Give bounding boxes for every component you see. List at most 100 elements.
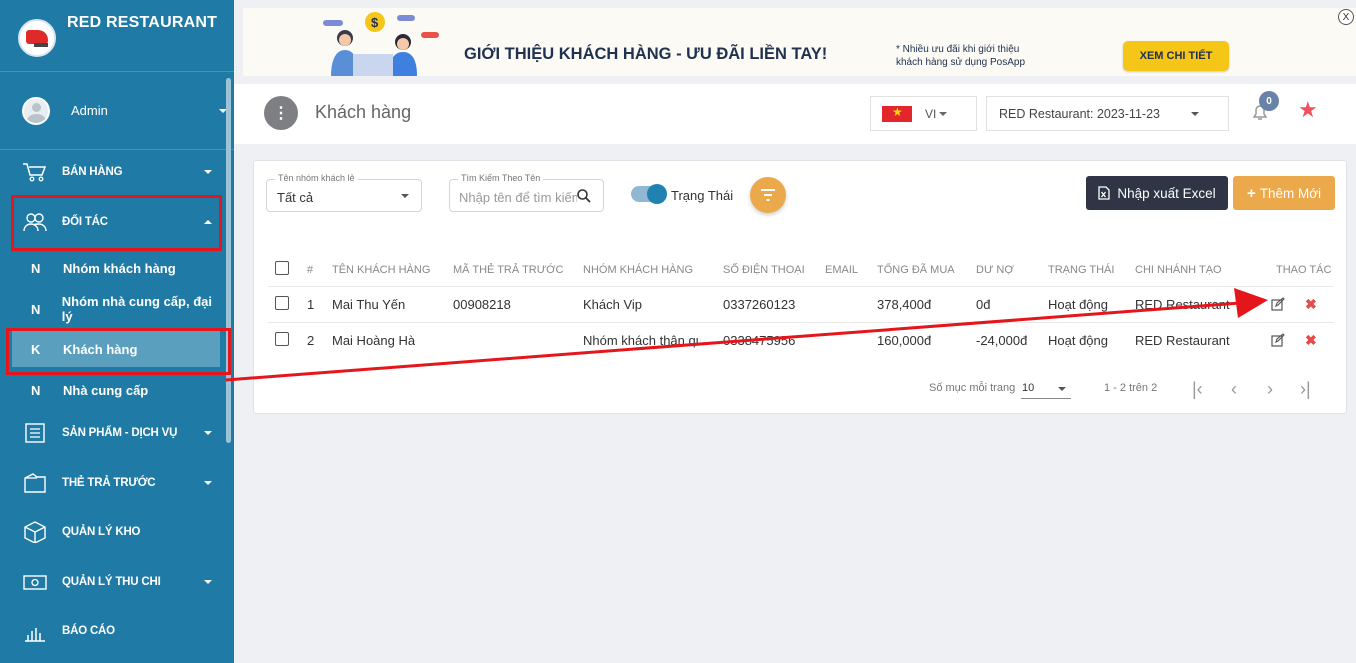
excel-button-label: Nhập xuất Excel <box>1117 185 1216 201</box>
sidebar-scrollbar[interactable] <box>226 78 231 443</box>
search-input[interactable]: Tìm Kiếm Theo Tên Nhập tên để tìm kiếm <box>449 173 604 212</box>
language-select[interactable]: VI <box>870 96 977 131</box>
column-header[interactable]: CHI NHÁNH TẠO <box>1135 264 1222 276</box>
row-checkbox[interactable] <box>275 296 289 310</box>
subitem-label: Khách hàng <box>63 341 138 357</box>
column-header[interactable]: TÊN KHÁCH HÀNG <box>332 264 430 276</box>
sidebar-item-san-pham[interactable]: SẢN PHẨM - DỊCH VỤ <box>0 413 226 453</box>
sidebar-item-the-tra-truoc[interactable]: THẺ TRẢ TRƯỚC <box>0 463 226 503</box>
subitem-letter: N <box>31 382 41 398</box>
plus-icon: + <box>1246 184 1256 202</box>
cell-name: Mai Thu Yến <box>332 297 406 312</box>
cell-card: 00908218 <box>453 297 511 312</box>
sidebar-item-ban-hang[interactable]: BÁN HÀNG <box>0 152 226 192</box>
sidebar-item-thu-chi[interactable]: QUẢN LÝ THU CHI <box>0 562 226 602</box>
prev-page-icon[interactable]: ‹ <box>1231 379 1237 400</box>
column-header[interactable]: DƯ NỢ <box>976 264 1014 276</box>
prepaid-card-icon <box>24 473 46 493</box>
delete-icon[interactable]: ✖ <box>1305 296 1317 313</box>
search-placeholder: Nhập tên để tìm kiếm <box>459 190 577 205</box>
subitem-letter: K <box>31 341 41 357</box>
column-header[interactable]: TỔNG ĐÃ MUA <box>877 264 955 276</box>
cell-branch: RED Restaurant <box>1135 333 1230 348</box>
sidebar: RED RESTAURANT Admin BÁN HÀNG ĐỐI TÁC N … <box>0 0 234 663</box>
cell-phone: 0337260123 <box>723 297 796 312</box>
banner-note-line: * Nhiều ưu đãi khi giới thiệu <box>896 44 1020 55</box>
brand[interactable]: RED RESTAURANT <box>0 0 234 72</box>
per-page-select[interactable]: 10 <box>1021 377 1071 399</box>
column-header: # <box>307 264 314 276</box>
cell-total: 160,000đ <box>877 333 932 348</box>
favorite-star-icon[interactable]: ★ <box>1298 97 1318 123</box>
page-title: Khách hàng <box>315 102 412 122</box>
status-toggle[interactable] <box>631 184 667 204</box>
page-header: ⋮ Khách hàng VI RED Restaurant: 2023-11-… <box>234 84 1356 144</box>
branch-value: RED Restaurant: 2023-11-23 <box>999 106 1160 121</box>
edit-icon[interactable] <box>1271 333 1285 347</box>
subitem-label: Nhóm nhà cung cấp, đại lý <box>61 294 212 324</box>
excel-button[interactable]: Nhập xuất Excel <box>1086 176 1228 210</box>
banner-note: * Nhiều ưu đãi khi giới thiệu khách hàng… <box>896 43 1076 69</box>
delete-icon[interactable]: ✖ <box>1305 332 1317 349</box>
column-header[interactable]: EMAIL <box>825 264 858 276</box>
more-vertical-icon[interactable]: ⋮ <box>264 96 298 130</box>
products-icon <box>25 423 45 443</box>
vietnam-flag-icon <box>882 105 912 122</box>
sidebar-item-label: QUẢN LÝ KHO <box>62 526 141 538</box>
column-header: THAO TÁC <box>1276 264 1332 276</box>
box-icon <box>24 521 46 543</box>
promo-banner[interactable]: $ GIỚI THIỆU KHÁCH HÀNG - ƯU ĐÃI LIỀN TA… <box>243 8 1356 76</box>
cell-group: Nhóm khách thân qu <box>583 333 701 348</box>
column-header[interactable]: MÃ THẺ TRẢ TRƯỚC <box>453 264 564 276</box>
banner-detail-button[interactable]: XEM CHI TIẾT <box>1123 41 1229 71</box>
banner-title: GIỚI THIỆU KHÁCH HÀNG - ƯU ĐÃI LIỀN TAY! <box>464 45 828 63</box>
chevron-down-icon <box>939 112 947 116</box>
field-value: Tất cả <box>277 190 314 205</box>
edit-icon[interactable] <box>1271 297 1285 311</box>
subitem-label: Nhóm khách hàng <box>63 260 176 276</box>
partners-icon <box>23 213 47 232</box>
sidebar-item-bao-cao[interactable]: BÁO CÁO <box>0 611 226 651</box>
select-all-checkbox[interactable] <box>275 261 289 275</box>
cell-branch: RED Restaurant <box>1135 297 1230 312</box>
app-title: RED RESTAURANT <box>67 14 218 31</box>
chevron-down-icon <box>204 431 212 435</box>
cell-no: 1 <box>307 297 315 312</box>
sidebar-subitem-nha-cung-cap[interactable]: N Nhà cung cấp <box>12 372 220 408</box>
add-new-button[interactable]: + Thêm Mới <box>1233 176 1335 210</box>
next-page-icon[interactable]: › <box>1267 379 1273 400</box>
sidebar-subitem-nhom-khach-hang[interactable]: N Nhóm khách hàng <box>12 250 220 286</box>
sidebar-item-label: BÁN HÀNG <box>62 166 123 178</box>
row-divider <box>268 286 1334 287</box>
row-divider <box>268 322 1334 323</box>
cell-phone: 0338475956 <box>723 333 796 348</box>
column-header[interactable]: NHÓM KHÁCH HÀNG <box>583 264 693 276</box>
notification-badge: 0 <box>1259 91 1279 111</box>
cart-icon <box>23 163 47 182</box>
chevron-up-icon <box>204 220 212 224</box>
column-header[interactable]: TRẠNG THÁI <box>1048 264 1114 276</box>
subitem-label: Nhà cung cấp <box>63 382 149 398</box>
customer-group-select[interactable]: Tên nhóm khách lẻ Tất cả <box>266 173 422 212</box>
branch-select[interactable]: RED Restaurant: 2023-11-23 <box>986 96 1229 131</box>
sidebar-subitem-khach-hang[interactable]: K Khách hàng <box>12 331 220 367</box>
chevron-down-icon <box>204 580 212 584</box>
cell-no: 2 <box>307 333 315 348</box>
user-menu[interactable]: Admin <box>0 72 234 150</box>
last-page-icon[interactable]: ›| <box>1300 379 1311 400</box>
filter-button[interactable] <box>750 177 786 213</box>
language-value: VI <box>925 106 937 121</box>
first-page-icon[interactable]: |‹ <box>1192 379 1203 400</box>
cell-name: Mai Hoàng Hà <box>332 333 416 348</box>
banner-close-button[interactable]: X <box>1338 9 1354 25</box>
sidebar-item-doi-tac[interactable]: ĐỐI TÁC <box>0 202 226 242</box>
column-header[interactable]: SỐ ĐIỆN THOẠI <box>723 264 805 276</box>
filter-icon <box>761 189 775 201</box>
sidebar-subitem-nhom-nha-cung-cap[interactable]: N Nhóm nhà cung cấp, đại lý <box>12 291 220 327</box>
cell-debt: -24,000đ <box>976 333 1028 348</box>
user-name: Admin <box>71 103 108 118</box>
page-range: 1 - 2 trên 2 <box>1104 382 1158 394</box>
search-icon[interactable] <box>576 188 592 204</box>
row-checkbox[interactable] <box>275 332 289 346</box>
sidebar-item-quan-ly-kho[interactable]: QUẢN LÝ KHO <box>0 512 226 552</box>
